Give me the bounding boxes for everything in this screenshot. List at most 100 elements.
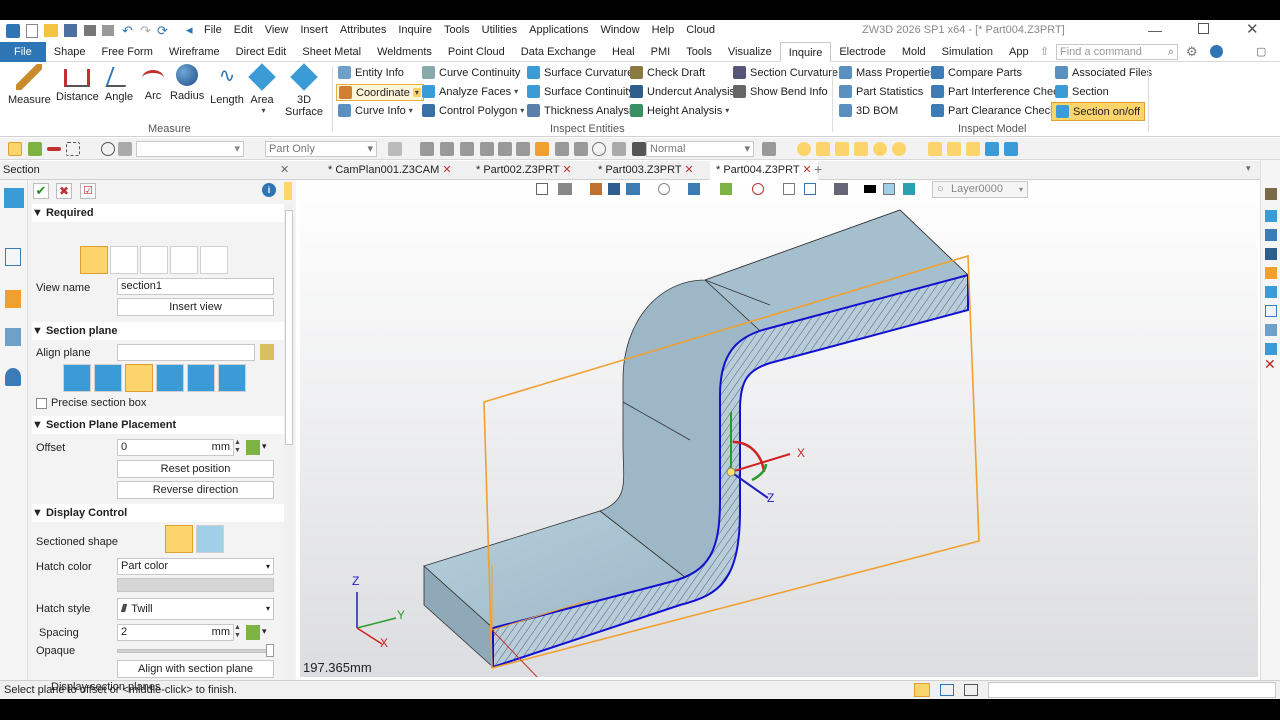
menu-view[interactable]: View (265, 24, 289, 36)
tab-free-form[interactable]: Free Form (94, 42, 161, 62)
entity-filter-dropdown[interactable]: ▾ (136, 141, 244, 157)
gear-icon[interactable]: ⚙ (1186, 44, 1198, 60)
tab-visualize[interactable]: Visualize (720, 42, 780, 62)
chevron-down-icon[interactable]: ▾ (409, 106, 413, 115)
check-draft-button[interactable]: Check Draft (630, 66, 705, 79)
copy-icon[interactable] (555, 142, 569, 156)
section-button[interactable]: Section (1055, 85, 1109, 98)
reverse-direction-button[interactable]: Reverse direction (117, 481, 274, 499)
close-icon[interactable]: ✕ (802, 164, 811, 176)
print-icon[interactable] (84, 25, 96, 36)
command-input[interactable] (988, 682, 1276, 698)
pick-cursor-icon[interactable] (8, 142, 22, 156)
maximize-icon[interactable] (1198, 23, 1209, 34)
tab-app[interactable]: App (1001, 42, 1037, 62)
add-icon[interactable] (28, 142, 42, 156)
curve-info-button[interactable]: Curve Info ▾ (338, 104, 413, 117)
yz-plane-button[interactable] (94, 364, 122, 392)
render-mode-dropdown[interactable]: Normal ▾ (646, 141, 754, 157)
reverse-yz-plane-button[interactable] (187, 364, 215, 392)
remove-icon[interactable] (47, 147, 61, 151)
hatch-color-swatch[interactable] (117, 578, 274, 592)
doc-tab-camplan[interactable]: * CamPlan001.Z3CAM ✕ (322, 161, 458, 180)
image-icon[interactable] (1265, 324, 1277, 336)
snap-icon[interactable] (388, 142, 402, 156)
new-file-icon[interactable] (26, 24, 38, 38)
align-icon[interactable] (460, 142, 474, 156)
filter-icon[interactable] (118, 142, 132, 156)
menu-attributes[interactable]: Attributes (340, 24, 386, 36)
snap-face-icon[interactable] (985, 142, 999, 156)
tool-icon[interactable] (1265, 188, 1277, 200)
model-canvas[interactable] (300, 180, 1258, 677)
cancel-x-icon[interactable]: ✖ (56, 183, 72, 199)
back-arrow-icon[interactable]: ◂ (186, 22, 193, 38)
align-icon[interactable] (498, 142, 512, 156)
menu-utilities[interactable]: Utilities (482, 24, 517, 36)
save-icon[interactable] (64, 24, 77, 37)
panel-close-icon[interactable]: ✕ (280, 163, 289, 176)
control-polygon-button[interactable]: Control Polygon ▾ (422, 104, 524, 117)
chevron-down-icon[interactable]: ▾ (520, 106, 524, 115)
cube-icon[interactable] (1265, 229, 1277, 241)
tab-simulation[interactable]: Simulation (934, 42, 1001, 62)
part-clearance-check-button[interactable]: Part Clearance Check (931, 104, 1056, 117)
regen-icon[interactable]: ⟳ (157, 23, 168, 39)
part-filter-dropdown[interactable]: Part Only ▾ (265, 141, 377, 157)
layer-manager-icon[interactable] (5, 328, 21, 346)
three-plane-section-type[interactable] (140, 246, 168, 274)
triad-origin-handle[interactable] (726, 467, 736, 477)
pin-icon[interactable] (284, 182, 292, 200)
tab-electrode[interactable]: Electrode (831, 42, 893, 62)
snap-center-icon[interactable] (873, 142, 887, 156)
monitor-icon[interactable] (940, 684, 954, 696)
close-window-icon[interactable]: ✕ (1246, 20, 1259, 38)
tab-list-icon[interactable]: ▾ (1246, 163, 1251, 174)
snap-circle-icon[interactable] (892, 142, 906, 156)
align-icon[interactable] (420, 142, 434, 156)
snap-curve-icon[interactable] (928, 142, 942, 156)
align-plane-input[interactable] (117, 344, 255, 361)
new-tab-icon[interactable]: + (814, 161, 822, 177)
frame-icon[interactable] (1265, 305, 1277, 317)
tab-mold[interactable]: Mold (894, 42, 934, 62)
offset-spinner[interactable]: ▲ ▼ (234, 439, 241, 455)
doc-tab-part002[interactable]: * Part002.Z3PRT ✕ (470, 161, 578, 180)
thickness-analysis-button[interactable]: Thickness Analysis (527, 104, 637, 117)
opaque-slider-track[interactable] (117, 649, 274, 653)
plane-section-type[interactable] (80, 246, 108, 274)
cube-icon[interactable] (1265, 210, 1277, 222)
mass-properties-button[interactable]: Mass Properties (839, 66, 935, 79)
stop-icon[interactable] (632, 142, 646, 156)
undo-icon[interactable]: ↶ (122, 23, 133, 39)
redo-icon[interactable]: ↷ (140, 23, 151, 39)
undercut-analysis-button[interactable]: Undercut Analysis (630, 85, 735, 98)
view-name-input[interactable]: section1 (117, 278, 274, 295)
snap-arc-icon[interactable] (966, 142, 980, 156)
grid-icon[interactable] (1265, 286, 1277, 298)
menu-tools[interactable]: Tools (444, 24, 470, 36)
measure-button[interactable]: Measure (8, 64, 51, 106)
surface-curvature-button[interactable]: Surface Curvature (527, 66, 633, 79)
coordinate-button[interactable]: Coordinate ▾ (336, 84, 424, 101)
open-folder-icon[interactable] (44, 24, 58, 37)
tab-shape[interactable]: Shape (46, 42, 94, 62)
entity-info-button[interactable]: Entity Info (338, 66, 404, 79)
status-toggle-icon[interactable] (914, 683, 930, 697)
area-button[interactable]: Area ▾ (248, 63, 276, 115)
cylinder-icon[interactable] (1265, 343, 1277, 355)
snap-line-icon[interactable] (835, 142, 849, 156)
show-bend-info-button[interactable]: Show Bend Info (733, 85, 828, 98)
precise-section-box-checkbox[interactable] (36, 398, 47, 409)
clock-icon[interactable] (592, 142, 606, 156)
snap-face-icon[interactable] (1004, 142, 1018, 156)
doc-tab-part003[interactable]: * Part003.Z3PRT ✕ (592, 161, 700, 180)
3d-viewport[interactable]: ○ Layer0000 ▾ X Z Z Y X 197.365mm (300, 180, 1258, 677)
associated-files-button[interactable]: Associated Files (1055, 66, 1152, 79)
align-icon[interactable] (440, 142, 454, 156)
opaque-slider-thumb[interactable] (266, 644, 274, 657)
box-section-type[interactable] (170, 246, 198, 274)
cube-icon[interactable] (1265, 267, 1277, 279)
plane-icon[interactable] (1265, 248, 1277, 260)
menu-file[interactable]: File (204, 24, 222, 36)
